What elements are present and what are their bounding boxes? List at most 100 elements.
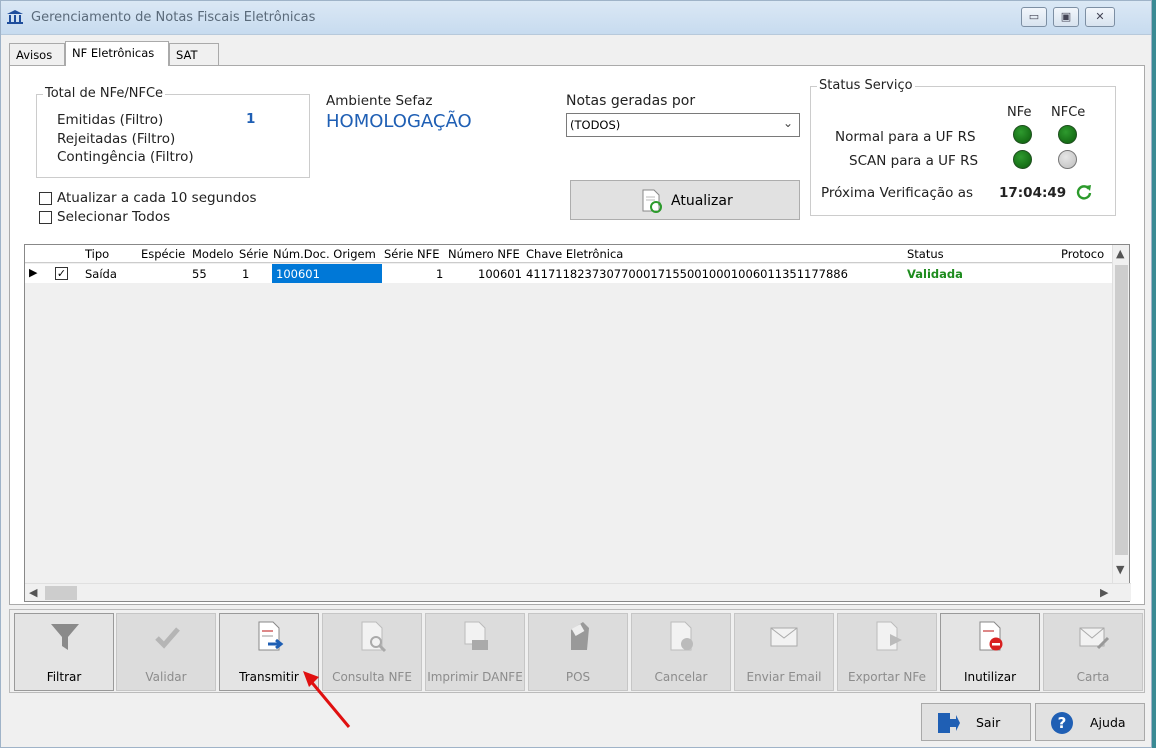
- validar-button[interactable]: Validar: [116, 613, 216, 691]
- col-nfce-label: NFCe: [1051, 105, 1086, 120]
- column-header[interactable]: Espécie: [141, 247, 185, 261]
- select-all-label: Selecionar Todos: [57, 209, 171, 225]
- funnel-icon: [51, 624, 79, 650]
- enviar-email-button[interactable]: Enviar Email: [734, 613, 834, 691]
- imprimir-danfe-label: Imprimir DANFE: [427, 670, 523, 684]
- column-header[interactable]: Número NFE: [448, 247, 520, 261]
- scrollbar-thumb[interactable]: [1115, 265, 1128, 555]
- envelope-pen-icon: [1079, 627, 1110, 650]
- window-title: Gerenciamento de Notas Fiscais Eletrônic…: [31, 10, 316, 25]
- column-header[interactable]: Série: [239, 247, 268, 261]
- vertical-scrollbar[interactable]: ▲ ▼: [1112, 245, 1129, 584]
- column-header[interactable]: Série NFE: [384, 247, 440, 261]
- column-header[interactable]: Tipo: [85, 247, 109, 261]
- inutilizar-label: Inutilizar: [963, 670, 1017, 684]
- atualizar-button[interactable]: Atualizar: [570, 180, 800, 220]
- close-button[interactable]: ✕: [1085, 7, 1115, 27]
- cell-chave: 4117118237307700017155001000100601135117…: [526, 267, 848, 281]
- selected-cell[interactable]: 100601: [272, 264, 382, 283]
- cell-num-doc-origem: 100601: [276, 267, 320, 281]
- checkmark-icon: [155, 627, 180, 649]
- status-row-scan-label: SCAN para a UF RS: [849, 153, 979, 169]
- row-checkbox[interactable]: ✓: [55, 267, 68, 280]
- filtrar-button[interactable]: Filtrar: [14, 613, 114, 691]
- filtrar-label: Filtrar: [46, 670, 82, 684]
- status-row-normal-label: Normal para a UF RS: [835, 129, 976, 145]
- row-indicator-icon: ▶: [29, 266, 38, 279]
- carta-button[interactable]: Carta: [1043, 613, 1143, 691]
- help-icon: ?: [1051, 712, 1073, 734]
- select-all-checkbox[interactable]: [39, 211, 52, 224]
- document-refresh-icon: [642, 189, 662, 213]
- cancelar-button[interactable]: Cancelar: [631, 613, 731, 691]
- notas-geradas-select[interactable]: (TODOS) ⌄: [566, 113, 800, 137]
- column-header[interactable]: Protoco: [1061, 247, 1113, 261]
- tab-label: SAT: [176, 48, 198, 62]
- atualizar-label: Atualizar: [671, 193, 733, 209]
- ajuda-label: Ajuda: [1090, 715, 1126, 730]
- enviar-email-label: Enviar Email: [746, 670, 822, 684]
- totals-group: Total de NFe/NFCe Emitidas (Filtro) 1 Re…: [36, 86, 310, 178]
- restore-button[interactable]: ▣: [1053, 7, 1079, 27]
- scroll-up-icon[interactable]: ▲: [1116, 247, 1124, 260]
- document-magnifier-icon: [361, 621, 387, 653]
- exportar-nfe-label: Exportar NFe: [848, 670, 926, 684]
- building-icon: [7, 10, 23, 24]
- title-bar[interactable]: Gerenciamento de Notas Fiscais Eletrônic…: [1, 1, 1151, 35]
- nfe-normal-status-led: [1013, 125, 1032, 144]
- carta-label: Carta: [1076, 670, 1110, 684]
- cell-serie-nfe: 1: [436, 267, 444, 281]
- refresh-icon[interactable]: [1075, 183, 1093, 201]
- column-header[interactable]: Núm.Doc. Origem: [273, 247, 376, 261]
- cell-numero-nfe: 100601: [478, 267, 522, 281]
- status-servico-group: Status Serviço NFe NFCe Normal para a UF…: [810, 78, 1116, 216]
- minimize-button[interactable]: ▭: [1021, 7, 1047, 27]
- ajuda-button[interactable]: ? Ajuda: [1035, 703, 1145, 741]
- column-header[interactable]: Chave Eletrônica: [526, 247, 623, 261]
- horizontal-scrollbar[interactable]: ◀ ▶: [25, 583, 1131, 601]
- table-row[interactable]: ▶ ✓ Saída 55 1 100601 1 100601 411711823…: [25, 264, 1113, 283]
- validar-label: Validar: [145, 670, 187, 684]
- nfce-scan-status-led: [1058, 150, 1077, 169]
- auto-refresh-label: Atualizar a cada 10 segundos: [57, 190, 257, 206]
- cancelar-label: Cancelar: [654, 670, 708, 684]
- sair-button[interactable]: Sair: [921, 703, 1031, 741]
- nfce-normal-status-led: [1058, 125, 1077, 144]
- nfe-grid: Tipo Espécie Modelo Série Núm.Doc. Orige…: [24, 244, 1131, 602]
- nfe-scan-status-led: [1013, 150, 1032, 169]
- annotation-arrow: [303, 671, 351, 728]
- document-cancel-icon: [670, 621, 693, 651]
- tab-sat[interactable]: SAT: [169, 43, 219, 65]
- sair-label: Sair: [976, 715, 1001, 730]
- next-check-label: Próxima Verificação as: [821, 185, 974, 201]
- cell-tipo: Saída: [85, 267, 117, 281]
- exportar-nfe-button[interactable]: Exportar NFe: [837, 613, 937, 691]
- status-servico-legend: Status Serviço: [817, 78, 915, 93]
- scroll-down-icon[interactable]: ▼: [1116, 563, 1124, 576]
- tab-nf-eletronicas[interactable]: NF Eletrônicas: [65, 41, 169, 66]
- exit-door-icon: [938, 713, 960, 733]
- auto-refresh-checkbox[interactable]: [39, 192, 52, 205]
- column-header[interactable]: Modelo: [192, 247, 234, 261]
- emitidas-label: Emitidas (Filtro): [57, 112, 164, 128]
- scroll-right-icon[interactable]: ▶: [1100, 586, 1108, 599]
- action-toolbar: Filtrar Validar Transmitir Consulta NFE: [9, 609, 1145, 693]
- col-nfe-label: NFe: [1007, 105, 1032, 120]
- inutilizar-button[interactable]: Inutilizar: [940, 613, 1040, 691]
- tab-label: NF Eletrônicas: [72, 46, 155, 60]
- emitidas-value: 1: [246, 111, 256, 127]
- svg-text:?: ?: [1058, 714, 1067, 732]
- pos-button[interactable]: POS: [528, 613, 628, 691]
- notas-geradas-value: (TODOS): [570, 118, 621, 132]
- next-check-time: 17:04:49: [999, 185, 1067, 201]
- scrollbar-thumb[interactable]: [45, 586, 77, 600]
- cell-modelo: 55: [192, 267, 207, 281]
- column-header[interactable]: Status: [907, 247, 944, 261]
- document-forbidden-icon: [979, 621, 1003, 651]
- envelope-arrow-icon: [770, 627, 798, 647]
- tab-avisos[interactable]: Avisos: [9, 43, 65, 65]
- scroll-left-icon[interactable]: ◀: [29, 586, 37, 599]
- nf-eletronicas-panel: Total de NFe/NFCe Emitidas (Filtro) 1 Re…: [9, 65, 1145, 605]
- document-printer-icon: [464, 621, 488, 650]
- imprimir-danfe-button[interactable]: Imprimir DANFE: [425, 613, 525, 691]
